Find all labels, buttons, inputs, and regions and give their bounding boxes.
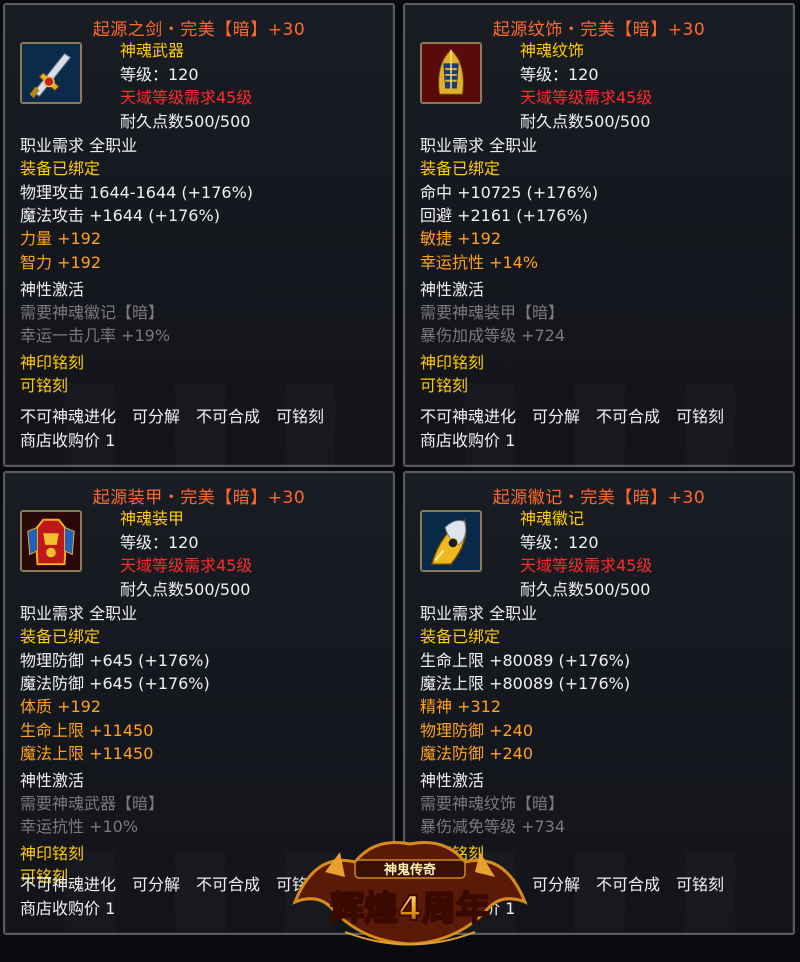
divine-requirement: 需要神魂纹饰【暗】 <box>420 794 565 813</box>
armor-icon[interactable] <box>20 510 82 572</box>
durability: 耐久点数500/500 <box>120 112 251 131</box>
level-requirement: 天域等级需求45级 <box>520 88 653 107</box>
stat-line: 体质 +192 <box>20 697 102 717</box>
item-title: 起源纹饰・完美【暗】+30 <box>492 20 706 40</box>
stat-line: 智力 +192 <box>20 252 102 272</box>
stat-line: 魔法防御 +645 (+176%) <box>20 674 210 694</box>
item-title: 起源徽记・完美【暗】+30 <box>492 488 706 508</box>
divine-requirement: 需要神魂装甲【暗】 <box>420 302 565 322</box>
item-flags: 不可神魂进化 可分解 不可合成 可铭刻 <box>420 875 725 894</box>
item-tooltip-card: 起源纹饰・完美【暗】+30 神魂纹饰等级：120 天域等级需求45级 耐久点数500/… <box>403 3 795 467</box>
durability: 耐久点数500/500 <box>120 580 251 599</box>
item-level: 等级：120 <box>120 533 199 552</box>
emblem-icon[interactable] <box>420 510 482 572</box>
stat-line: 魔法上限 +80089 (+176%) <box>420 674 631 694</box>
item-level: 等级：120 <box>120 65 199 84</box>
class-requirement: 职业需求 全职业 <box>20 604 138 623</box>
divine-activation-title: 神性激活 <box>20 771 85 790</box>
shop-price: 商店收购价 1 <box>420 899 516 918</box>
item-tooltip-card: 起源之剑・完美【暗】+30 神魂武器等级：120 天域等级需求45级 耐久点数500/… <box>3 3 395 467</box>
engrave-state: 可铭刻 <box>420 375 469 395</box>
stat-line: 物理攻击 1644-1644 (+176%) <box>20 183 254 202</box>
stat-line: 幸运抗性 +14% <box>420 252 539 272</box>
item-title: 起源装甲・完美【暗】+30 <box>92 488 306 508</box>
bound-status: 装备已绑定 <box>20 159 101 178</box>
bound-status: 装备已绑定 <box>420 627 501 646</box>
level-requirement: 天域等级需求45级 <box>120 88 253 107</box>
bound-status: 装备已绑定 <box>420 159 501 178</box>
divine-bonus: 暴伤减免等级 +734 <box>420 817 566 836</box>
shop-price: 商店收购价 1 <box>20 899 116 918</box>
item-type: 神魂徽记 <box>520 509 585 528</box>
item-level: 等级：120 <box>520 65 599 84</box>
divine-activation-title: 神性激活 <box>20 279 85 299</box>
engrave-title: 神印铭刻 <box>420 844 485 863</box>
class-requirement: 职业需求 全职业 <box>420 604 538 623</box>
item-type: 神魂装甲 <box>120 509 185 528</box>
engrave-state: 可铭刻 <box>20 375 69 395</box>
stat-line: 魔法防御 +240 <box>420 743 534 763</box>
item-tooltip-card: 起源装甲・完美【暗】+30 神魂装甲等级：120 天域等级需求45级 耐久点数500/… <box>3 471 395 935</box>
stat-line: 回避 +2161 (+176%) <box>420 206 588 226</box>
shop-price: 商店收购价 1 <box>420 431 516 450</box>
stat-line: 敏捷 +192 <box>420 229 502 249</box>
durability: 耐久点数500/500 <box>520 580 651 599</box>
engrave-title: 神印铭刻 <box>20 844 85 863</box>
divine-activation-title: 神性激活 <box>420 771 485 790</box>
item-level: 等级：120 <box>520 533 599 552</box>
item-tooltip-card: 起源徽记・完美【暗】+30 神魂徽记等级：120 天域等级需求45级 耐久点数500/… <box>403 471 795 935</box>
engrave-title: 神印铭刻 <box>420 352 485 372</box>
divine-requirement: 需要神魂武器【暗】 <box>20 794 165 813</box>
class-requirement: 职业需求 全职业 <box>20 136 138 155</box>
stat-line: 力量 +192 <box>20 229 102 249</box>
divine-requirement: 需要神魂徽记【暗】 <box>20 302 165 322</box>
bound-status: 装备已绑定 <box>20 627 101 646</box>
item-title: 起源之剑・完美【暗】+30 <box>92 20 306 40</box>
item-flags: 不可神魂进化 可分解 不可合成 可铭刻 <box>20 407 325 426</box>
class-requirement: 职业需求 全职业 <box>420 136 538 155</box>
divine-bonus: 幸运一击几率 +19% <box>20 325 171 345</box>
stat-line: 物理防御 +240 <box>420 720 534 740</box>
stat-line: 魔法攻击 +1644 (+176%) <box>20 206 220 226</box>
item-flags: 不可神魂进化 可分解 不可合成 可铭刻 <box>20 875 325 894</box>
item-type: 神魂武器 <box>120 41 185 60</box>
stat-line: 生命上限 +11450 <box>20 720 154 740</box>
durability: 耐久点数500/500 <box>520 112 651 131</box>
stat-line: 物理防御 +645 (+176%) <box>20 651 210 670</box>
level-requirement: 天域等级需求45级 <box>520 556 653 575</box>
divine-activation-title: 神性激活 <box>420 279 485 299</box>
engrave-title: 神印铭刻 <box>20 352 85 372</box>
helmet-icon[interactable] <box>420 42 482 104</box>
shop-price: 商店收购价 1 <box>20 431 116 450</box>
stat-line: 精神 +312 <box>420 697 502 717</box>
divine-bonus: 幸运抗性 +10% <box>20 817 139 836</box>
stat-line: 魔法上限 +11450 <box>20 743 154 763</box>
sword-icon[interactable] <box>20 42 82 104</box>
item-flags: 不可神魂进化 可分解 不可合成 可铭刻 <box>420 407 725 426</box>
stat-line: 生命上限 +80089 (+176%) <box>420 651 631 670</box>
item-type: 神魂纹饰 <box>520 41 585 60</box>
stat-line: 命中 +10725 (+176%) <box>420 183 599 202</box>
level-requirement: 天域等级需求45级 <box>120 556 253 575</box>
divine-bonus: 暴伤加成等级 +724 <box>420 325 566 345</box>
